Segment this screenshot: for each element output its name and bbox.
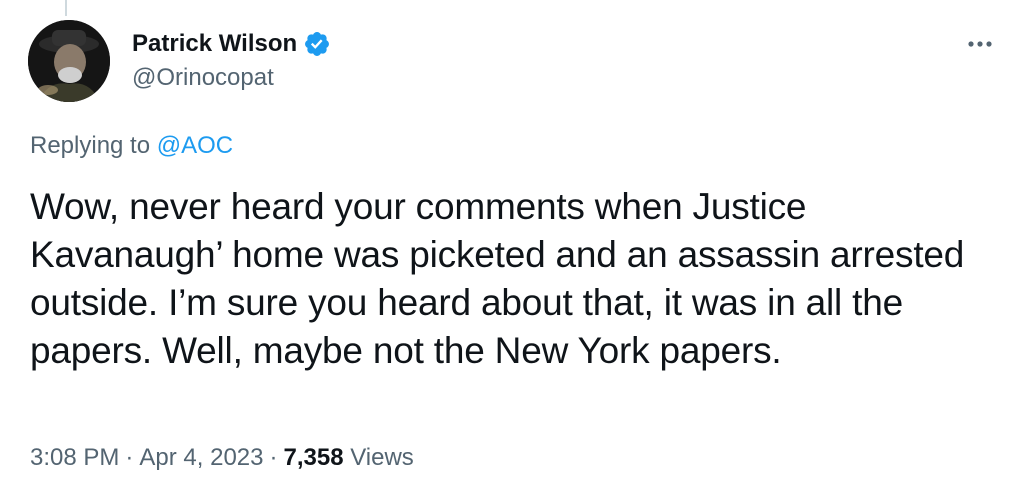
views-count: 7,358: [283, 444, 344, 471]
verified-badge-icon: [305, 32, 330, 56]
tweet-date-link[interactable]: Apr 4, 2023: [139, 444, 263, 472]
author-display-name[interactable]: Patrick Wilson: [132, 30, 297, 58]
thread-connector-line: [65, 0, 67, 16]
tweet-card: Patrick Wilson @Orinocopat Replying to @…: [0, 0, 1024, 504]
meta-separator: ·: [125, 444, 134, 471]
meta-separator: ·: [269, 444, 278, 471]
author-handle[interactable]: @Orinocopat: [132, 64, 331, 92]
views-label: Views: [350, 444, 414, 471]
replying-to-prefix: Replying to: [30, 132, 157, 159]
tweet-text: Wow, never heard your comments when Just…: [30, 186, 965, 371]
display-name-row: Patrick Wilson: [132, 28, 331, 60]
reply-target-handle-link[interactable]: @AOC: [157, 132, 233, 159]
tweet-time-link[interactable]: 3:08 PM: [30, 444, 119, 472]
avatar[interactable]: [28, 20, 110, 102]
tweet-metadata: 3:08 PM · Apr 4, 2023 · 7,358 Views: [30, 444, 414, 472]
replying-to-line: Replying to @AOC: [30, 132, 233, 160]
author-block: Patrick Wilson @Orinocopat: [132, 28, 331, 92]
more-horizontal-icon[interactable]: [964, 34, 996, 54]
